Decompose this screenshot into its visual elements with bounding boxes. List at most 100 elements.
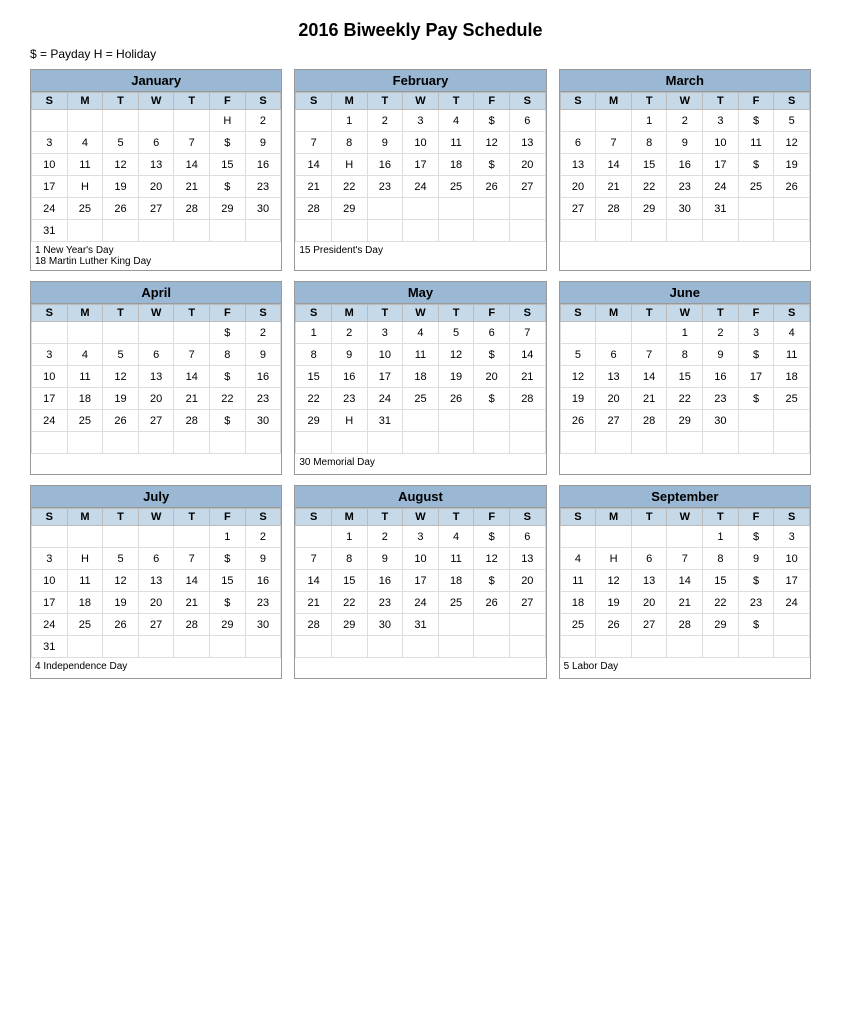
table-row: 1$3 <box>560 526 809 548</box>
day-header: S <box>32 305 68 322</box>
month-block-may: MaySMTWTFS123456789101112$14151617181920… <box>294 281 546 475</box>
cal-cell: 4 <box>67 344 103 366</box>
cal-cell: 17 <box>32 388 68 410</box>
cal-cell <box>596 432 632 454</box>
table-row: 2829 <box>296 198 545 220</box>
cal-cell: 27 <box>509 176 545 198</box>
cal-cell: $ <box>738 110 774 132</box>
cal-cell: 28 <box>596 198 632 220</box>
cal-cell <box>67 110 103 132</box>
cal-cell <box>560 322 596 344</box>
table-row: 21222324252627 <box>296 176 545 198</box>
cal-cell: 22 <box>210 388 246 410</box>
month-block-july: JulySMTWTFS123H567$910111213141516171819… <box>30 485 282 679</box>
cal-cell: 18 <box>403 366 439 388</box>
day-header: S <box>509 305 545 322</box>
cal-cell: 2 <box>245 322 281 344</box>
cal-cell: 17 <box>738 366 774 388</box>
cal-cell <box>738 636 774 658</box>
day-header: T <box>703 509 739 526</box>
cal-cell <box>210 636 246 658</box>
day-header: F <box>474 509 510 526</box>
day-header: T <box>174 509 210 526</box>
cal-cell: 6 <box>509 110 545 132</box>
cal-cell: 28 <box>296 614 332 636</box>
table-row: 78910111213 <box>296 548 545 570</box>
cal-cell: 12 <box>103 154 139 176</box>
cal-cell: 28 <box>174 198 210 220</box>
cal-cell: $ <box>738 614 774 636</box>
cal-cell: 6 <box>138 132 174 154</box>
cal-cell <box>296 432 332 454</box>
cal-cell: 20 <box>474 366 510 388</box>
cal-cell <box>667 636 703 658</box>
day-header: S <box>245 305 281 322</box>
cal-cell: $ <box>738 526 774 548</box>
cal-cell <box>774 198 810 220</box>
cal-cell: 10 <box>403 548 439 570</box>
cal-cell: 7 <box>596 132 632 154</box>
cal-table-january: SMTWTFSH234567$91011121314151617H192021$… <box>31 92 281 242</box>
table-row <box>296 636 545 658</box>
cal-cell <box>174 322 210 344</box>
cal-cell: 21 <box>296 592 332 614</box>
cal-cell: $ <box>474 570 510 592</box>
day-header: W <box>403 93 439 110</box>
cal-cell: 26 <box>474 592 510 614</box>
day-header: T <box>367 305 403 322</box>
cal-cell: 17 <box>403 570 439 592</box>
cal-cell: 12 <box>103 570 139 592</box>
day-header: S <box>560 509 596 526</box>
cal-cell <box>403 198 439 220</box>
month-header-march: March <box>560 70 810 92</box>
cal-cell: 10 <box>703 132 739 154</box>
cal-cell: 22 <box>331 176 367 198</box>
cal-cell: 19 <box>103 388 139 410</box>
month-notes-empty <box>295 658 545 678</box>
cal-cell: 24 <box>774 592 810 614</box>
day-header: S <box>560 305 596 322</box>
cal-cell: 22 <box>631 176 667 198</box>
cal-cell: 15 <box>703 570 739 592</box>
cal-cell: $ <box>738 570 774 592</box>
cal-cell <box>509 220 545 242</box>
cal-cell <box>296 526 332 548</box>
cal-cell <box>774 220 810 242</box>
cal-cell: 11 <box>67 154 103 176</box>
cal-cell: 28 <box>509 388 545 410</box>
cal-cell: 8 <box>210 344 246 366</box>
cal-cell: 2 <box>703 322 739 344</box>
table-row: 17181920212223 <box>32 388 281 410</box>
cal-cell <box>703 636 739 658</box>
cal-cell: 18 <box>560 592 596 614</box>
cal-cell: 26 <box>103 198 139 220</box>
table-row: 123$5 <box>560 110 809 132</box>
cal-table-july: SMTWTFS123H567$9101112131415161718192021… <box>31 508 281 658</box>
table-row: 56789$11 <box>560 344 809 366</box>
cal-cell: 8 <box>296 344 332 366</box>
cal-cell <box>738 220 774 242</box>
cal-cell: 17 <box>367 366 403 388</box>
cal-table-february: SMTWTFS1234$67891011121314H161718$202122… <box>295 92 545 242</box>
cal-cell <box>296 110 332 132</box>
month-header-january: January <box>31 70 281 92</box>
cal-cell: 31 <box>32 636 68 658</box>
cal-cell <box>296 220 332 242</box>
cal-cell: 7 <box>631 344 667 366</box>
cal-cell <box>67 432 103 454</box>
cal-cell: 5 <box>103 132 139 154</box>
cal-cell: 11 <box>560 570 596 592</box>
day-header: T <box>103 509 139 526</box>
cal-cell: 4 <box>67 132 103 154</box>
day-header: T <box>631 509 667 526</box>
cal-cell: 2 <box>667 110 703 132</box>
cal-cell: 4 <box>774 322 810 344</box>
cal-cell: 29 <box>210 198 246 220</box>
table-row <box>32 432 281 454</box>
cal-cell <box>367 636 403 658</box>
cal-cell: 24 <box>367 388 403 410</box>
cal-cell <box>438 198 474 220</box>
cal-cell: 31 <box>32 220 68 242</box>
table-row: 28293031 <box>296 614 545 636</box>
cal-cell <box>509 614 545 636</box>
